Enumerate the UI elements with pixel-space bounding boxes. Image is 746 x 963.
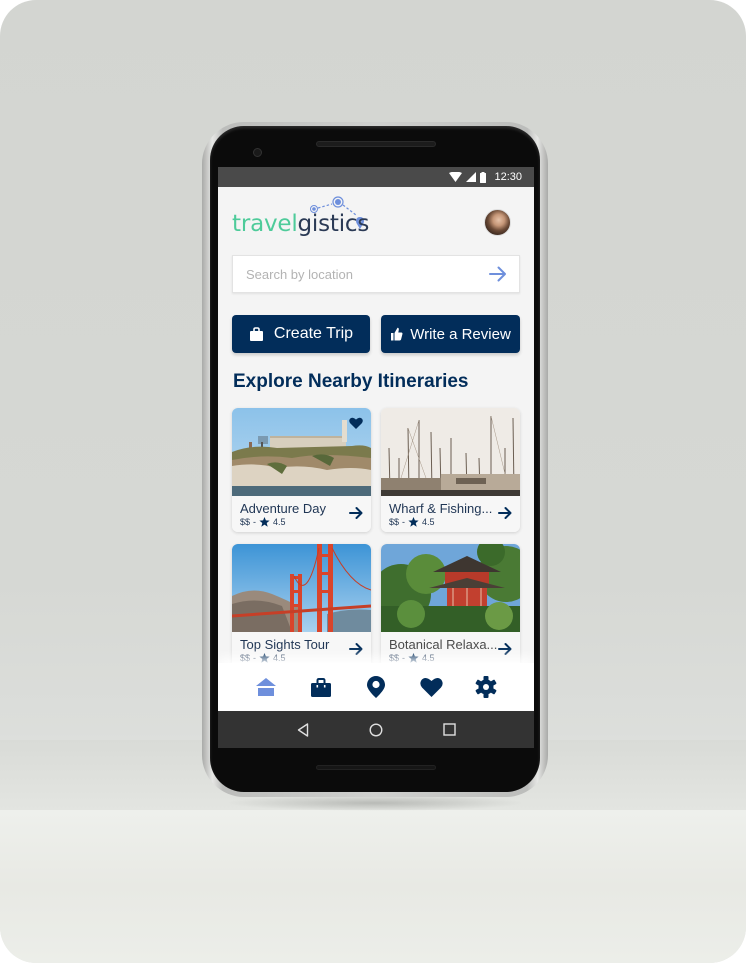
itinerary-image-golden-gate [232, 544, 371, 632]
write-review-label: Write a Review [410, 325, 511, 343]
arrow-right-icon [498, 643, 512, 655]
nav-trips[interactable] [306, 672, 336, 702]
app-logo[interactable]: travelgistics [232, 195, 372, 239]
front-camera [253, 148, 262, 157]
itinerary-title: Top Sights Tour [240, 637, 330, 652]
search-bar [232, 255, 520, 293]
price-level: $$ [240, 517, 251, 527]
search-input[interactable] [246, 266, 487, 282]
map-pin-icon [366, 676, 385, 698]
meta-separator: - [402, 517, 406, 527]
logo-wordmark: travelgistics [232, 211, 369, 237]
meta-separator: - [253, 517, 257, 527]
meta-separator: - [402, 653, 406, 663]
briefcase-icon [310, 677, 331, 697]
thumbs-up-icon [391, 327, 403, 341]
status-time: 12:30 [494, 171, 522, 183]
phone-screen: 12:30 travelgistics Search by location C… [218, 167, 534, 748]
itinerary-meta: $$ - 4.5 [389, 653, 435, 663]
section-title: Explore Nearby Itineraries [233, 371, 469, 392]
itinerary-title: Botanical Relaxa... [389, 637, 498, 652]
back-triangle-icon [297, 722, 308, 737]
itinerary-meta: $$ - 4.5 [389, 517, 435, 527]
itinerary-card[interactable]: Wharf & Fishing... $$ - 4.5 [381, 408, 520, 532]
itinerary-meta: $$ - 4.5 [240, 517, 286, 527]
table-surface [0, 810, 746, 963]
arrow-right-icon [498, 507, 512, 519]
user-avatar[interactable] [484, 209, 511, 236]
home-circle-icon [369, 722, 383, 737]
create-trip-label: Create Trip [273, 325, 354, 342]
star-icon [408, 517, 419, 527]
search-submit-button[interactable] [487, 263, 509, 285]
heart-icon [420, 677, 443, 697]
nav-settings[interactable] [471, 672, 501, 702]
arrow-right-icon [349, 507, 363, 519]
itinerary-card[interactable]: Adventure Day $$ - 4.5 [232, 408, 371, 532]
background-scene: 12:30 travelgistics Search by location C… [0, 0, 746, 963]
itinerary-title: Wharf & Fishing... [389, 501, 493, 516]
earpiece-speaker [316, 141, 436, 147]
battery-icon [480, 171, 487, 183]
favorite-button[interactable] [349, 416, 363, 434]
open-itinerary-button[interactable] [498, 506, 512, 525]
star-icon [259, 653, 270, 663]
rating-value: 4.5 [273, 653, 286, 663]
open-itinerary-button[interactable] [349, 642, 363, 661]
write-review-button[interactable]: Write a Review [381, 315, 520, 353]
shopping-bag-icon [249, 326, 263, 341]
rating-value: 4.5 [273, 517, 286, 527]
itinerary-meta: $$ - 4.5 [240, 653, 286, 663]
nav-home[interactable] [251, 672, 281, 702]
system-back-button[interactable] [291, 718, 315, 742]
meta-separator: - [253, 653, 257, 663]
itinerary-image-harbor [381, 408, 520, 496]
heart-icon [349, 417, 363, 429]
bottom-navigation [218, 663, 534, 711]
wifi-icon [449, 172, 463, 182]
itinerary-card[interactable]: Top Sights Tour $$ - 4.5 [232, 544, 371, 668]
itinerary-image-pagoda [381, 544, 520, 632]
signal-icon [466, 172, 477, 182]
home-icon [255, 678, 276, 696]
bottom-speaker [316, 765, 436, 770]
status-bar: 12:30 [218, 167, 534, 187]
star-icon [408, 653, 419, 663]
create-trip-button[interactable]: Create Trip [232, 315, 370, 353]
phone-shadow [225, 795, 525, 811]
price-level: $$ [389, 653, 400, 663]
arrow-right-icon [349, 643, 363, 655]
system-home-button[interactable] [364, 718, 388, 742]
system-recents-button[interactable] [437, 718, 461, 742]
star-icon [259, 517, 270, 527]
itinerary-info: Adventure Day $$ - 4.5 [232, 496, 371, 532]
price-level: $$ [389, 517, 400, 527]
itinerary-title: Adventure Day [240, 501, 326, 516]
recents-square-icon [443, 723, 456, 736]
gear-icon [475, 676, 497, 698]
itinerary-info: Wharf & Fishing... $$ - 4.5 [381, 496, 520, 532]
nav-favorites[interactable] [416, 672, 446, 702]
rating-value: 4.5 [422, 517, 435, 527]
itinerary-card[interactable]: Botanical Relaxa... $$ - 4.5 [381, 544, 520, 668]
price-level: $$ [240, 653, 251, 663]
nav-map[interactable] [361, 672, 391, 702]
logo-text-travel: travel [232, 211, 298, 237]
arrow-right-icon [489, 266, 506, 282]
system-navigation-bar [218, 711, 534, 748]
open-itinerary-button[interactable] [349, 506, 363, 525]
open-itinerary-button[interactable] [498, 642, 512, 661]
rating-value: 4.5 [422, 653, 435, 663]
logo-text-gistics: gistics [297, 211, 370, 237]
